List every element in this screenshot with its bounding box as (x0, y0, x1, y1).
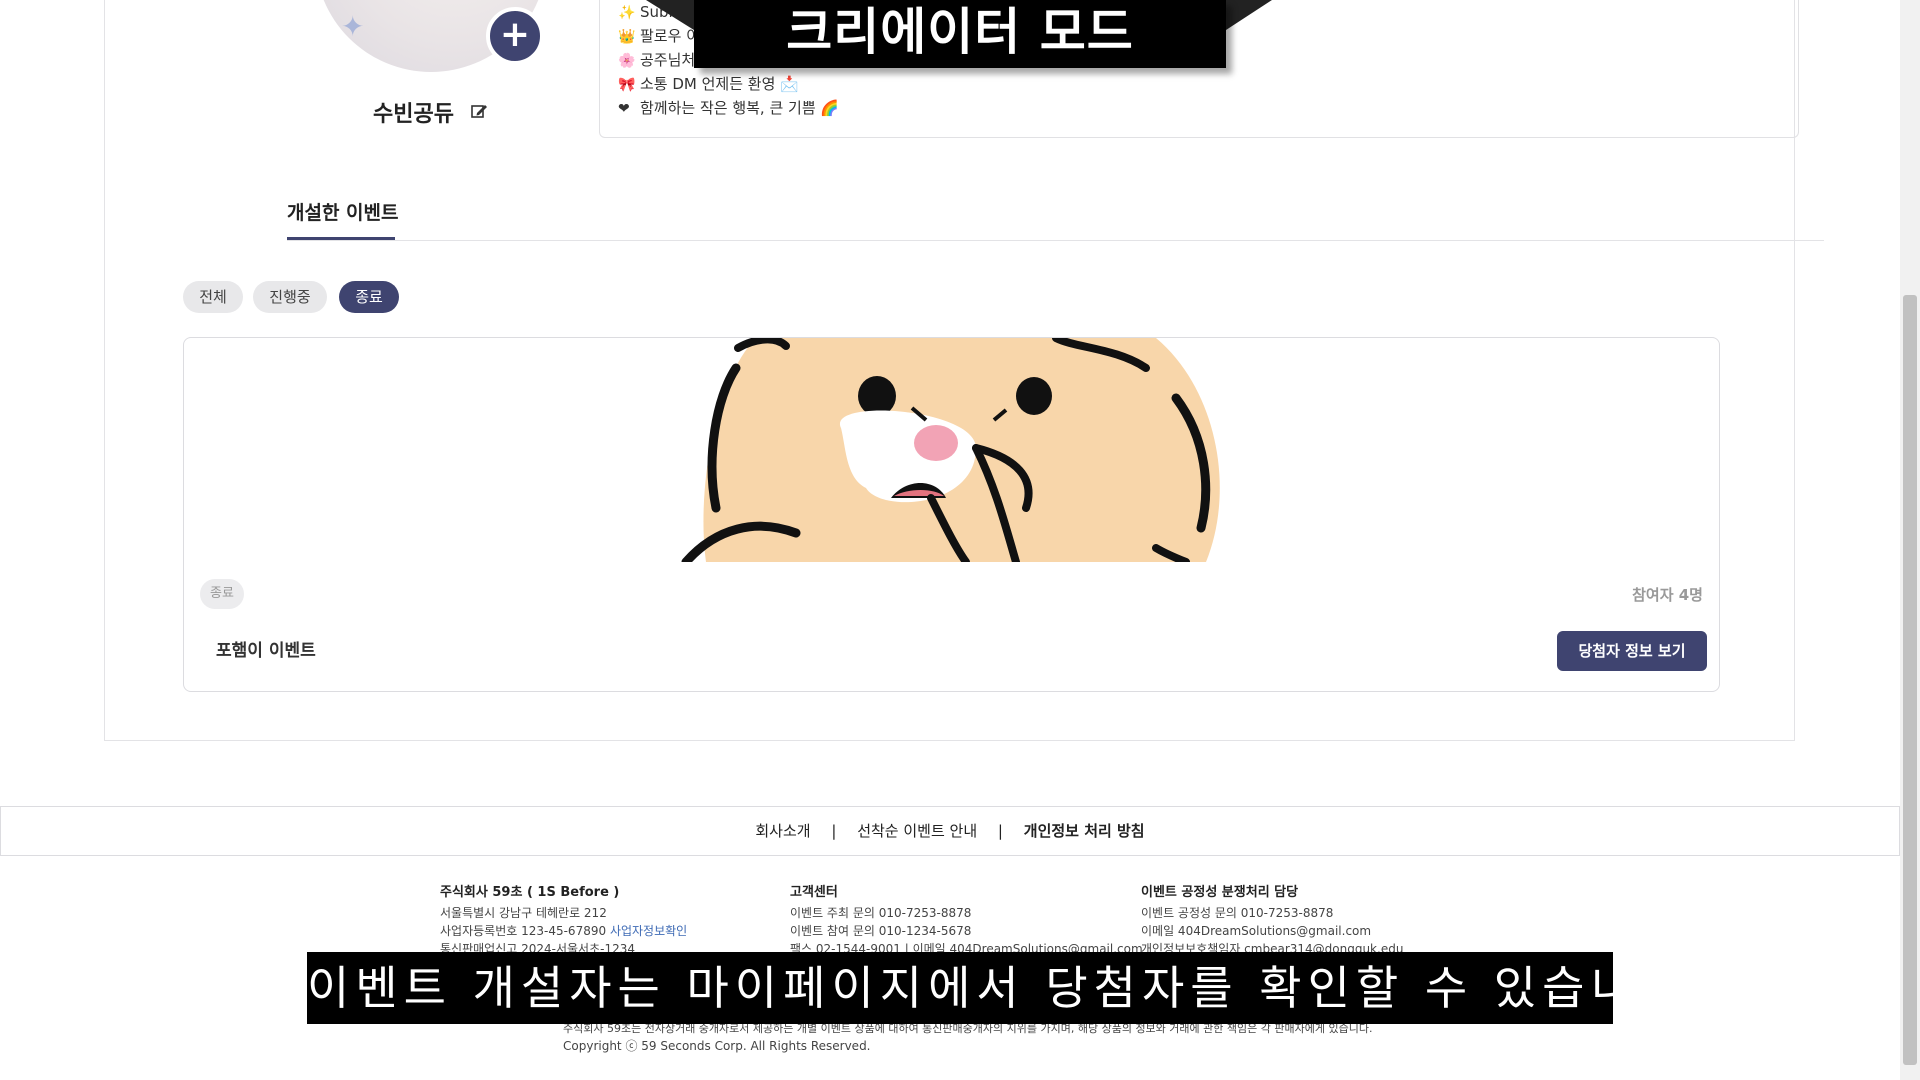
company-biz-no: 사업자등록번호 123-45-67890 사업자정보확인 (440, 922, 687, 940)
company-name: 주식회사 59초 ( 1S Before ) (440, 885, 620, 900)
dispute-title: 이벤트 공정성 분쟁처리 담당 (1141, 885, 1299, 900)
scrollbar-thumb[interactable] (1903, 295, 1917, 1065)
bio-line: 🎀 소통 DM 언제든 환영 📩 (618, 72, 1782, 96)
hamster-illustration (681, 338, 1220, 562)
flower-icon: 🌸 (618, 53, 636, 69)
sparkles-icon: ✨ (618, 5, 636, 21)
add-profile-image-button[interactable]: + (486, 7, 544, 65)
filter-in-progress[interactable]: 진행중 (253, 281, 327, 313)
footer-link-event-guide[interactable]: 선착순 이벤트 안내 (857, 807, 977, 855)
biz-info-link[interactable]: 사업자정보확인 (610, 924, 687, 938)
support-line: 이벤트 주최 문의 010-7253-8878 (790, 906, 972, 920)
heart-icon: ❤ (618, 101, 630, 117)
event-title[interactable]: 포햄이 이벤트 (216, 636, 316, 661)
footer-separator: | (997, 822, 1003, 840)
page: ✦ + 수빈공듀 ✨Subin 공듀 ✨ 👑팔로우 이벤트 중! 🎁 🌸공주님처… (0, 0, 1920, 1080)
bio-text: 소통 DM 언제든 환영 📩 (640, 75, 799, 93)
filter-ended[interactable]: 종료 (339, 281, 399, 313)
bio-line: ❤ 함께하는 작은 행복, 큰 기쁨 🌈 (618, 96, 1782, 120)
crown-icon: 👑 (618, 29, 636, 45)
dispute-line: 이메일 404DreamSolutions@gmail.com (1141, 924, 1372, 938)
footer-company: 주식회사 59초 ( 1S Before ) 서울특별시 강남구 테헤란로 21… (440, 884, 687, 958)
participant-count: 참여자 4명 (1632, 586, 1703, 604)
company-address: 서울특별시 강남구 테헤란로 212 (440, 906, 607, 920)
filter-all[interactable]: 전체 (183, 281, 243, 313)
footer-separator: | (831, 822, 837, 840)
mode-banner: 크리에이터 모드 (694, 0, 1226, 68)
profile-nickname: 수빈공듀 (373, 102, 454, 127)
avatar-decoration (435, 0, 547, 10)
events-section-title[interactable]: 개설한 이벤트 (287, 198, 399, 225)
sparkle-icon: ✦ (341, 10, 365, 43)
footer-link-privacy[interactable]: 개인정보 처리 방침 (1024, 807, 1145, 855)
ribbon-icon: 🎀 (618, 77, 636, 93)
footer-link-about[interactable]: 회사소개 (755, 807, 810, 855)
status-badge: 종료 (200, 579, 244, 609)
banner-right-edge (1226, 0, 1272, 30)
edit-icon[interactable] (471, 103, 488, 119)
bio-text: 함께하는 작은 행복, 큰 기쁨 🌈 (640, 99, 840, 117)
video-subtitle: 이벤트 개설자는 마이페이지에서 당첨자를 확인할 수 있습니다. (307, 952, 1702, 1024)
footer-dispute: 이벤트 공정성 분쟁처리 담당 이벤트 공정성 문의 010-7253-8878… (1141, 884, 1403, 958)
support-line: 이벤트 참여 문의 010-1234-5678 (790, 924, 972, 938)
footer-copyright: Copyright ⓒ 59 Seconds Corp. All Rights … (563, 1039, 871, 1053)
event-thumbnail (676, 338, 1222, 562)
footer-support: 고객센터 이벤트 주최 문의 010-7253-8878 이벤트 참여 문의 0… (790, 884, 1143, 958)
support-title: 고객센터 (790, 885, 838, 900)
dispute-line: 이벤트 공정성 문의 010-7253-8878 (1141, 906, 1334, 920)
divider (287, 240, 1824, 241)
view-winners-button[interactable]: 당첨자 정보 보기 (1557, 631, 1707, 671)
biz-no-text: 사업자등록번호 123-45-67890 (440, 924, 607, 938)
event-card[interactable]: 종료 참여자 4명 포햄이 이벤트 당첨자 정보 보기 (183, 337, 1720, 692)
footer-nav: 회사소개 | 선착순 이벤트 안내 | 개인정보 처리 방침 (0, 806, 1900, 856)
banner-left-edge (646, 0, 694, 30)
mypage-card: ✦ + 수빈공듀 ✨Subin 공듀 ✨ 👑팔로우 이벤트 중! 🎁 🌸공주님처… (104, 0, 1824, 741)
